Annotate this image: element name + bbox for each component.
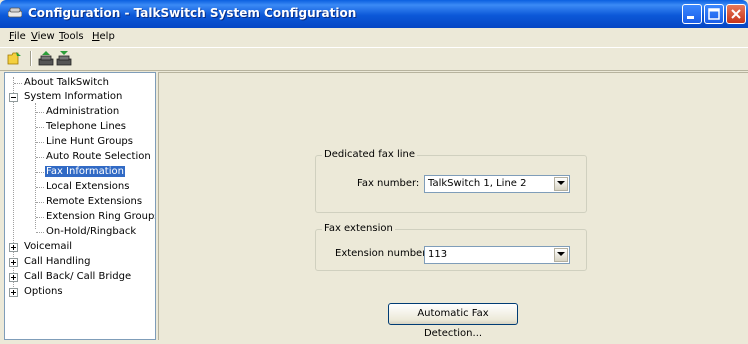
tree-item-voicemail[interactable]: Voicemail <box>23 240 73 254</box>
tree-item-system-information[interactable]: System Information <box>23 90 123 104</box>
download-config-icon <box>56 51 72 66</box>
toolbar <box>0 47 748 71</box>
chevron-down-icon <box>557 252 565 256</box>
tree-connector <box>36 217 44 218</box>
close-button[interactable] <box>726 4 746 24</box>
tree-item-on-hold-ringback[interactable]: On-Hold/Ringback <box>45 225 137 239</box>
close-icon <box>731 9 741 19</box>
tree-connector <box>36 172 44 173</box>
automatic-fax-detection-button[interactable]: Automatic Fax Detection... <box>388 303 518 339</box>
minimize-button[interactable] <box>682 4 702 24</box>
title-bar[interactable]: Configuration - TalkSwitch System Config… <box>0 0 748 28</box>
fax-extension-group: Fax extension Extension number: 113 <box>315 223 587 271</box>
tree-connector <box>36 187 44 188</box>
tree-item-options[interactable]: Options <box>23 285 64 299</box>
tree-item-remote-extensions[interactable]: Remote Extensions <box>45 195 143 209</box>
tree-item-extension-ring-groups[interactable]: Extension Ring Groups <box>45 210 155 224</box>
app-window: Configuration - TalkSwitch System Config… <box>0 0 748 340</box>
chevron-down-icon <box>557 181 565 185</box>
tree-connector <box>36 142 44 143</box>
tree-item-call-back-call-bridge[interactable]: Call Back/ Call Bridge <box>23 270 132 284</box>
minimize-icon <box>687 16 694 19</box>
upload-config-button[interactable] <box>38 50 56 67</box>
download-config-button[interactable] <box>56 50 74 67</box>
menu-view[interactable]: View <box>31 31 55 42</box>
maximize-icon <box>708 8 720 20</box>
menu-bar: File View Tools Help <box>0 28 748 46</box>
expand-icon[interactable] <box>9 243 18 252</box>
group-title: Fax extension <box>322 223 395 234</box>
tree-item-local-extensions[interactable]: Local Extensions <box>45 180 130 194</box>
maximize-button[interactable] <box>704 4 724 24</box>
dropdown-button[interactable] <box>554 177 568 191</box>
app-icon <box>8 7 22 18</box>
tree-item-call-handling[interactable]: Call Handling <box>23 255 91 269</box>
dropdown-button[interactable] <box>554 248 568 262</box>
menu-help[interactable]: Help <box>92 31 115 42</box>
tree-connector <box>36 127 44 128</box>
expand-icon[interactable] <box>9 258 18 267</box>
fax-number-value: TalkSwitch 1, Line 2 <box>428 178 527 189</box>
window-title: Configuration - TalkSwitch System Config… <box>28 6 357 20</box>
collapse-icon[interactable] <box>9 93 18 102</box>
fax-number-select[interactable]: TalkSwitch 1, Line 2 <box>424 175 570 193</box>
tree-item-about[interactable]: About TalkSwitch <box>23 76 110 90</box>
tree-connector <box>36 112 44 113</box>
fax-number-label: Fax number: <box>357 178 420 189</box>
tree-item-administration[interactable]: Administration <box>45 105 120 119</box>
expand-icon[interactable] <box>9 273 18 282</box>
expand-icon[interactable] <box>9 288 18 297</box>
dedicated-fax-line-group: Dedicated fax line Fax number: TalkSwitc… <box>315 149 587 213</box>
navigation-tree[interactable]: About TalkSwitch System Information Admi… <box>4 72 156 340</box>
tree-item-auto-route-selection[interactable]: Auto Route Selection <box>45 150 152 164</box>
upload-config-icon <box>38 51 54 66</box>
toolbar-separator <box>30 51 32 66</box>
tree-item-fax-information[interactable]: Fax Information <box>44 165 126 179</box>
group-title: Dedicated fax line <box>322 149 417 160</box>
tree-connector <box>14 83 22 84</box>
tree-connector <box>36 157 44 158</box>
tree-item-telephone-lines[interactable]: Telephone Lines <box>45 120 127 134</box>
open-icon <box>7 52 21 65</box>
tree-connector <box>36 232 44 233</box>
extension-number-select[interactable]: 113 <box>424 246 570 264</box>
tree-item-line-hunt-groups[interactable]: Line Hunt Groups <box>45 135 134 149</box>
menu-file[interactable]: File <box>9 31 26 42</box>
extension-number-value: 113 <box>428 249 448 260</box>
fax-information-panel: Dedicated fax line Fax number: TalkSwitc… <box>158 72 748 340</box>
tree-connector <box>36 202 44 203</box>
tree-connector <box>35 103 36 229</box>
open-button[interactable] <box>6 50 24 67</box>
menu-tools[interactable]: Tools <box>59 31 84 42</box>
extension-number-label: Extension number: <box>335 248 430 259</box>
